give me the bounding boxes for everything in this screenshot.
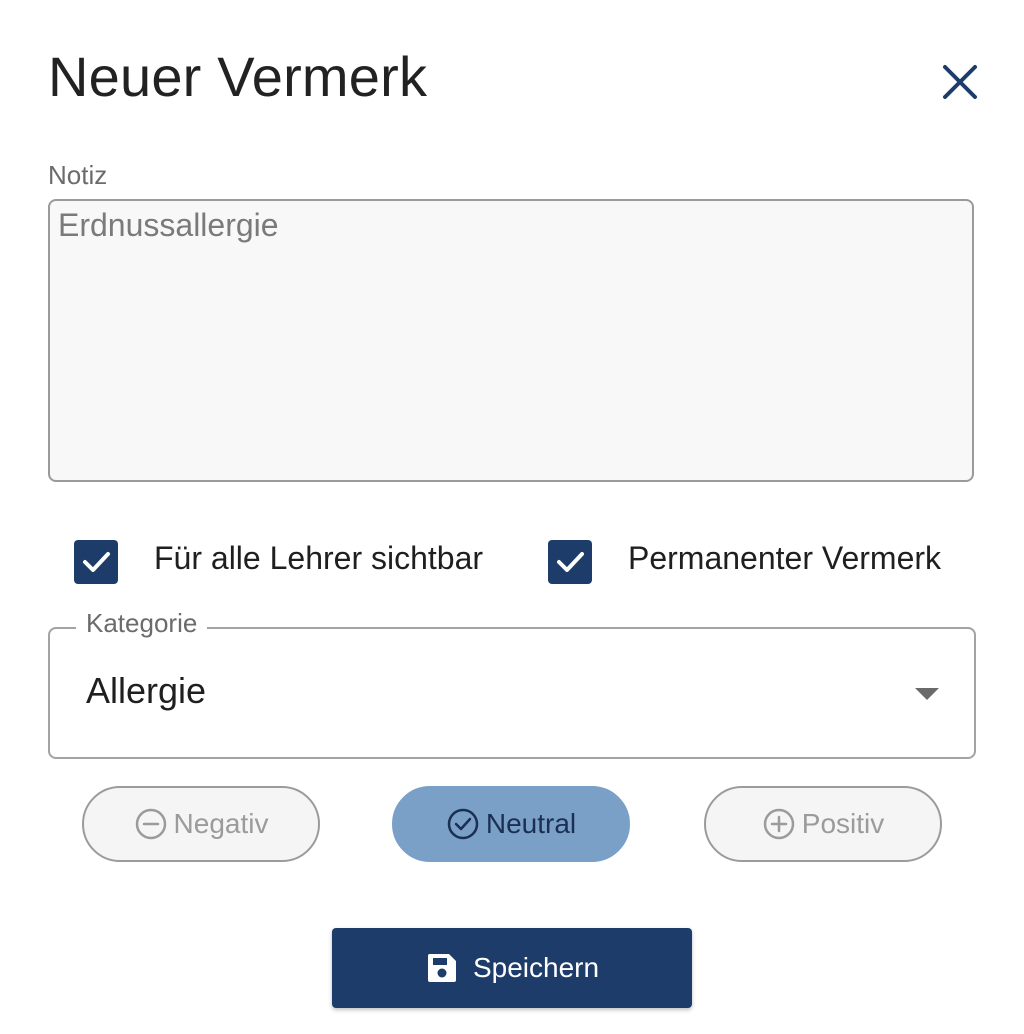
dropdown-arrow-icon[interactable]: [915, 688, 939, 700]
note-label: Notiz: [48, 160, 108, 190]
save-icon: [427, 954, 456, 982]
minus-circle-icon: [135, 808, 166, 840]
close-button[interactable]: [936, 58, 984, 106]
dialog-title: Neuer Vermerk: [48, 45, 428, 108]
note-textarea[interactable]: Erdnussallergie: [48, 199, 974, 482]
permanent-note-label[interactable]: Permanenter Vermerk: [628, 540, 941, 577]
negative-label: Negativ: [173, 808, 269, 839]
category-label: Kategorie: [76, 608, 208, 639]
checkmark-icon: [83, 552, 110, 572]
check-circle-icon: [447, 808, 479, 840]
save-button[interactable]: Speichern: [332, 928, 692, 1008]
permanent-note-checkbox[interactable]: [548, 540, 592, 584]
visible-to-all-teachers-label[interactable]: Für alle Lehrer sichtbar: [154, 540, 483, 577]
negative-button[interactable]: Negativ: [82, 786, 320, 862]
category-value: Allergie: [86, 670, 207, 711]
positive-button[interactable]: Positiv: [704, 786, 942, 862]
positive-label: Positiv: [801, 808, 885, 839]
visible-to-all-teachers-checkbox[interactable]: [74, 540, 118, 584]
plus-circle-icon: [763, 808, 795, 840]
neutral-button[interactable]: Neutral: [392, 786, 630, 862]
checkmark-icon: [557, 552, 584, 572]
save-label: Speichern: [472, 952, 600, 983]
neutral-label: Neutral: [485, 808, 577, 839]
close-icon: [943, 65, 977, 99]
